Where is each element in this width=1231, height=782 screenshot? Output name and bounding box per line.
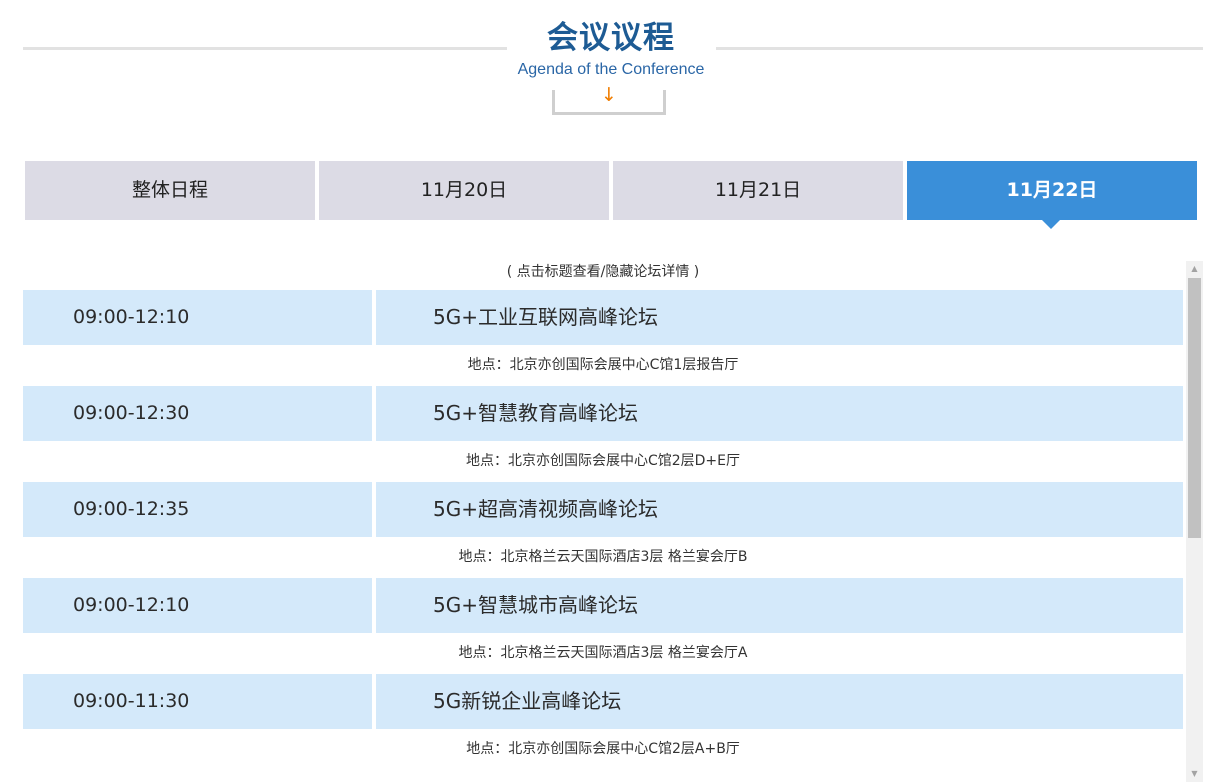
session-time: 09:00-11:30: [23, 674, 372, 729]
session-item: 09:00-12:10 5G+工业互联网高峰论坛 地点：北京亦创国际会展中心C馆…: [23, 290, 1183, 386]
session-title[interactable]: 5G+智慧教育高峰论坛: [376, 386, 1183, 441]
toggle-hint: ( 点击标题查看/隐藏论坛详情 ): [506, 264, 700, 280]
tab-nov-20[interactable]: 11月20日: [319, 161, 609, 220]
tab-overall-schedule[interactable]: 整体日程: [25, 161, 315, 220]
session-time: 09:00-12:10: [23, 290, 372, 345]
session-item: 09:00-12:10 5G+智慧城市高峰论坛 地点：北京格兰云天国际酒店3层 …: [23, 578, 1183, 674]
session-venue: 地点：北京亦创国际会展中心C馆1层报告厅: [467, 357, 739, 373]
tab-nov-21[interactable]: 11月21日: [613, 161, 903, 220]
arrow-down-icon: ↓: [601, 84, 617, 106]
agenda-list: 09:00-12:10 5G+工业互联网高峰论坛 地点：北京亦创国际会展中心C馆…: [23, 290, 1183, 782]
agenda-scrollbar[interactable]: ▲ ▼: [1186, 261, 1203, 782]
session-title[interactable]: 5G+超高清视频高峰论坛: [376, 482, 1183, 537]
session-time: 09:00-12:10: [23, 578, 372, 633]
session-time: 09:00-12:35: [23, 482, 372, 537]
session-title[interactable]: 5G+工业互联网高峰论坛: [376, 290, 1183, 345]
page-subtitle: Agenda of the Conference: [517, 61, 705, 78]
session-time: 09:00-12:30: [23, 386, 372, 441]
scroll-thumb[interactable]: [1188, 278, 1201, 538]
session-header[interactable]: 09:00-11:30 5G新锐企业高峰论坛: [23, 674, 1183, 729]
session-title[interactable]: 5G+智慧城市高峰论坛: [376, 578, 1183, 633]
session-venue: 地点：北京亦创国际会展中心C馆2层A+B厅: [466, 741, 740, 757]
session-header[interactable]: 09:00-12:10 5G+工业互联网高峰论坛: [23, 290, 1183, 345]
session-header[interactable]: 09:00-12:30 5G+智慧教育高峰论坛: [23, 386, 1183, 441]
session-venue: 地点：北京格兰云天国际酒店3层 格兰宴会厅A: [458, 645, 748, 661]
page-title: 会议议程: [547, 20, 675, 56]
session-item: 09:00-12:30 5G+智慧教育高峰论坛 地点：北京亦创国际会展中心C馆2…: [23, 386, 1183, 482]
session-venue: 地点：北京亦创国际会展中心C馆2层D+E厅: [465, 453, 741, 469]
scroll-down-icon[interactable]: ▼: [1186, 766, 1203, 782]
active-tab-caret: [1042, 220, 1060, 229]
tab-nov-22[interactable]: 11月22日: [907, 161, 1197, 220]
session-item: 09:00-12:35 5G+超高清视频高峰论坛 地点：北京格兰云天国际酒店3层…: [23, 482, 1183, 578]
date-tabs: 整体日程 11月20日 11月21日 11月22日: [25, 161, 1197, 220]
session-title[interactable]: 5G新锐企业高峰论坛: [376, 674, 1183, 729]
session-header[interactable]: 09:00-12:35 5G+超高清视频高峰论坛: [23, 482, 1183, 537]
session-header[interactable]: 09:00-12:10 5G+智慧城市高峰论坛: [23, 578, 1183, 633]
scroll-up-icon[interactable]: ▲: [1186, 261, 1203, 277]
session-item: 09:00-11:30 5G新锐企业高峰论坛 地点：北京亦创国际会展中心C馆2层…: [23, 674, 1183, 770]
session-venue: 地点：北京格兰云天国际酒店3层 格兰宴会厅B: [458, 549, 748, 565]
